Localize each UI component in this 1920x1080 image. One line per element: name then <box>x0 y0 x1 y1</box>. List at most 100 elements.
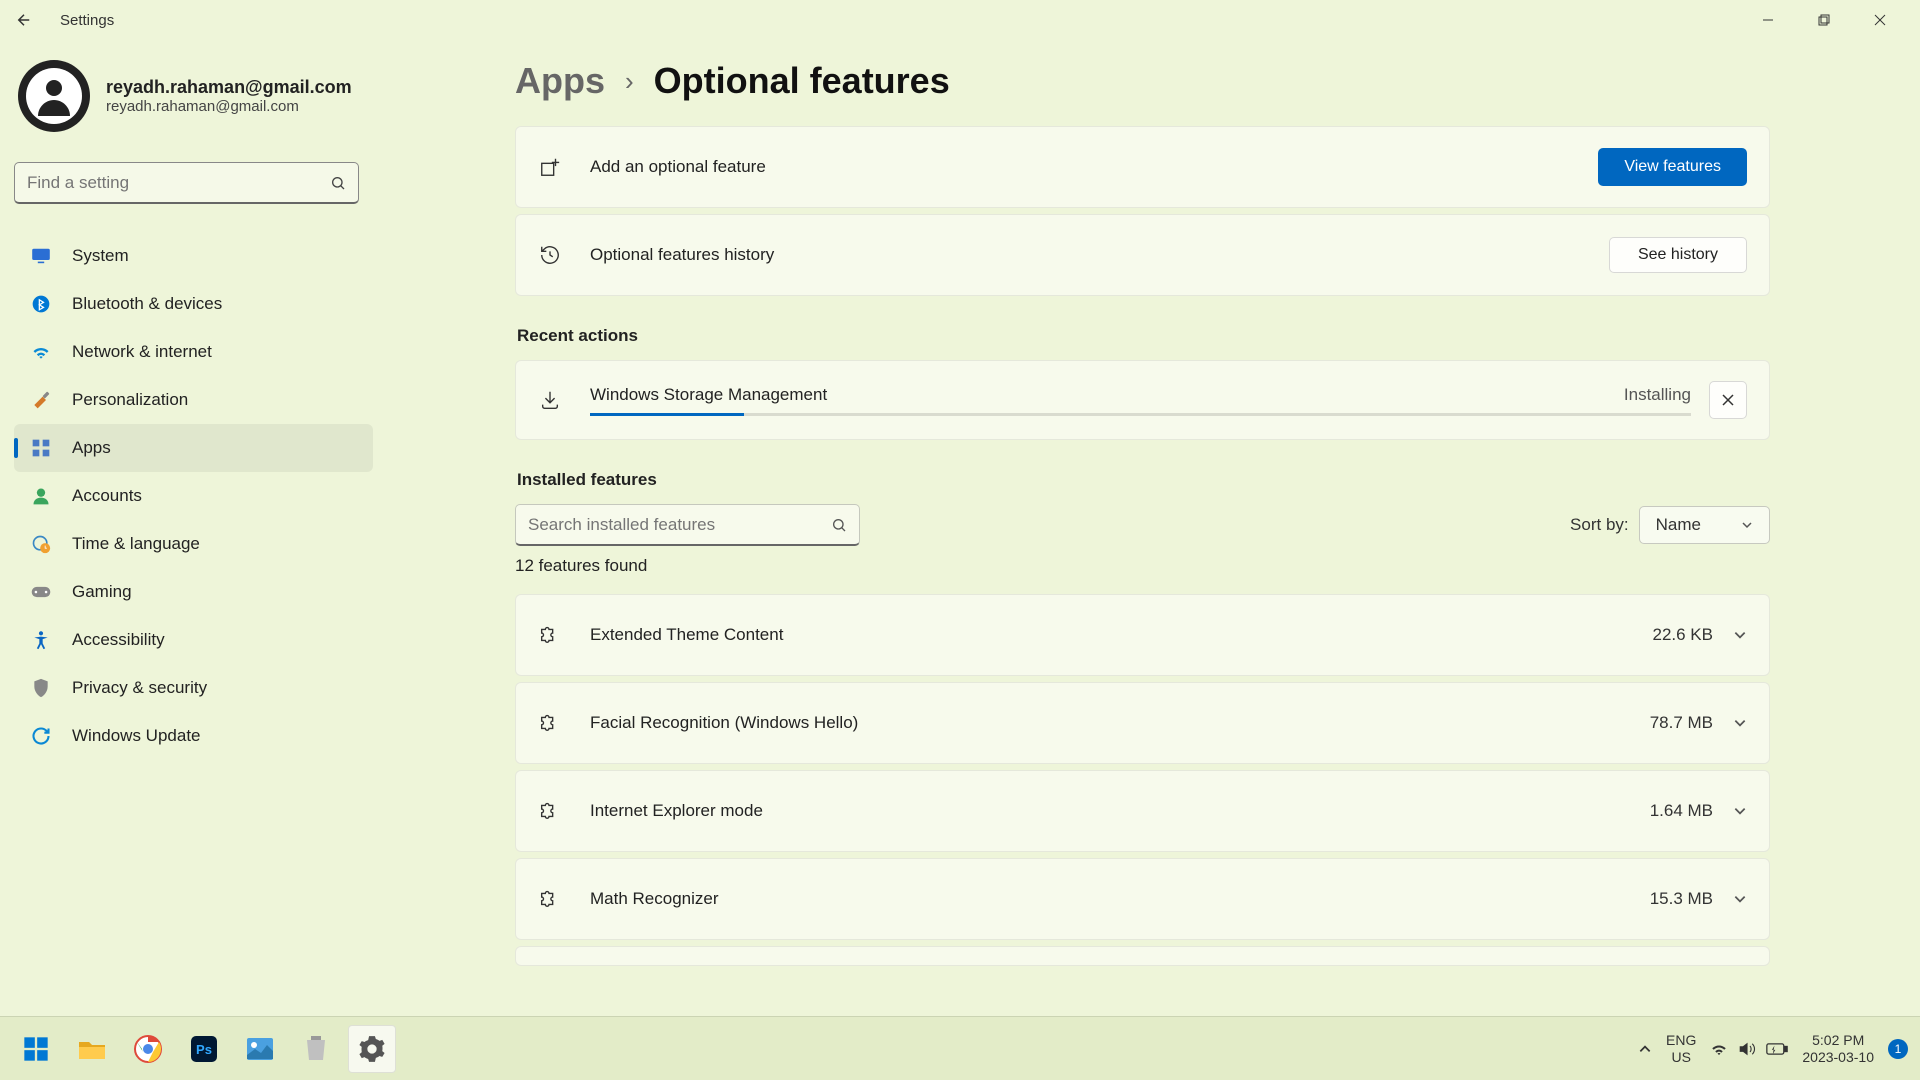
search-settings[interactable] <box>14 162 359 204</box>
close-icon <box>1874 14 1886 26</box>
wifi-icon[interactable] <box>1710 1041 1728 1057</box>
update-icon <box>30 725 52 747</box>
feature-size: 1.64 MB <box>1650 801 1713 821</box>
svg-text:Ps: Ps <box>196 1042 212 1057</box>
recent-action-row: Windows Storage Management Installing <box>515 360 1770 440</box>
add-square-icon <box>538 155 562 179</box>
sidebar: reyadh.rahaman@gmail.com reyadh.rahaman@… <box>0 40 385 1016</box>
tray-chevron-icon[interactable] <box>1638 1042 1652 1056</box>
nav-bluetooth[interactable]: Bluetooth & devices <box>14 280 373 328</box>
cancel-install-button[interactable] <box>1709 381 1747 419</box>
recent-action-name: Windows Storage Management <box>590 385 827 405</box>
page-title: Optional features <box>654 60 950 102</box>
feature-row[interactable]: Math Recognizer 15.3 MB <box>515 858 1770 940</box>
sort-dropdown[interactable]: Name <box>1639 506 1770 544</box>
search-icon <box>330 175 346 191</box>
close-button[interactable] <box>1852 0 1908 40</box>
history-label: Optional features history <box>590 245 1609 265</box>
feature-row[interactable]: Facial Recognition (Windows Hello) 78.7 … <box>515 682 1770 764</box>
recent-actions-heading: Recent actions <box>517 326 1770 346</box>
profile-name: reyadh.rahaman@gmail.com <box>106 77 352 98</box>
avatar <box>18 60 90 132</box>
feature-row[interactable]: Internet Explorer mode 1.64 MB <box>515 770 1770 852</box>
maximize-icon <box>1818 14 1830 26</box>
apps-icon <box>30 437 52 459</box>
nav-label: System <box>72 246 129 266</box>
nav-system[interactable]: System <box>14 232 373 280</box>
feature-size: 15.3 MB <box>1650 889 1713 909</box>
feature-row-partial[interactable] <box>515 946 1770 966</box>
file-explorer-button[interactable] <box>68 1025 116 1073</box>
nav-label: Gaming <box>72 582 132 602</box>
app-button-1[interactable] <box>236 1025 284 1073</box>
nav-network[interactable]: Network & internet <box>14 328 373 376</box>
profile-section[interactable]: reyadh.rahaman@gmail.com reyadh.rahaman@… <box>14 60 373 132</box>
see-history-button[interactable]: See history <box>1609 237 1747 273</box>
installed-features-heading: Installed features <box>517 470 1770 490</box>
sort-label: Sort by: <box>1570 515 1629 535</box>
search-features[interactable] <box>515 504 860 546</box>
nav-label: Apps <box>72 438 111 458</box>
search-icon <box>831 517 847 533</box>
nav-apps[interactable]: Apps <box>14 424 373 472</box>
nav-update[interactable]: Windows Update <box>14 712 373 760</box>
nav-privacy[interactable]: Privacy & security <box>14 664 373 712</box>
feature-size: 22.6 KB <box>1653 625 1714 645</box>
chrome-button[interactable] <box>124 1025 172 1073</box>
notification-badge[interactable]: 1 <box>1888 1039 1908 1059</box>
progress-bar <box>590 413 1691 416</box>
history-icon <box>538 243 562 267</box>
app-button-2[interactable] <box>292 1025 340 1073</box>
chevron-down-icon <box>1733 716 1747 730</box>
feature-row[interactable]: Extended Theme Content 22.6 KB <box>515 594 1770 676</box>
chevron-down-icon <box>1741 519 1753 531</box>
breadcrumb-parent[interactable]: Apps <box>515 60 605 102</box>
maximize-button[interactable] <box>1796 0 1852 40</box>
arrow-left-icon <box>15 11 33 29</box>
nav-accessibility[interactable]: Accessibility <box>14 616 373 664</box>
search-features-input[interactable] <box>528 515 831 535</box>
minimize-button[interactable] <box>1740 0 1796 40</box>
bluetooth-icon <box>30 293 52 315</box>
nav-label: Windows Update <box>72 726 201 746</box>
feature-name: Facial Recognition (Windows Hello) <box>590 713 1650 733</box>
nav-time[interactable]: Time & language <box>14 520 373 568</box>
chevron-right-icon: › <box>625 66 634 97</box>
brush-icon <box>30 389 52 411</box>
nav-label: Accessibility <box>72 630 165 650</box>
search-input[interactable] <box>27 173 330 193</box>
nav-personalization[interactable]: Personalization <box>14 376 373 424</box>
image-app-icon <box>246 1037 274 1061</box>
history-card: Optional features history See history <box>515 214 1770 296</box>
clock[interactable]: 5:02 PM 2023-03-10 <box>1802 1032 1874 1066</box>
photoshop-icon: Ps <box>189 1034 219 1064</box>
start-button[interactable] <box>12 1025 60 1073</box>
nav-accounts[interactable]: Accounts <box>14 472 373 520</box>
person-icon <box>30 485 52 507</box>
language-indicator[interactable]: ENG US <box>1666 1032 1696 1066</box>
person-icon <box>30 72 78 120</box>
recycle-bin-icon <box>303 1034 329 1064</box>
feature-name: Math Recognizer <box>590 889 1650 909</box>
puzzle-icon <box>538 711 562 735</box>
nav-gaming[interactable]: Gaming <box>14 568 373 616</box>
shield-icon <box>30 677 52 699</box>
globe-clock-icon <box>30 533 52 555</box>
add-feature-card: Add an optional feature View features <box>515 126 1770 208</box>
gear-icon <box>358 1035 386 1063</box>
profile-email: reyadh.rahaman@gmail.com <box>106 98 352 115</box>
settings-button[interactable] <box>348 1025 396 1073</box>
gamepad-icon <box>30 581 52 603</box>
taskbar: Ps ENG US 5:02 PM 2023-03-10 1 <box>0 1016 1920 1080</box>
battery-icon[interactable] <box>1766 1042 1788 1056</box>
view-features-button[interactable]: View features <box>1598 148 1747 186</box>
photoshop-button[interactable]: Ps <box>180 1025 228 1073</box>
nav-label: Time & language <box>72 534 200 554</box>
puzzle-icon <box>538 799 562 823</box>
volume-icon[interactable] <box>1738 1041 1756 1057</box>
back-button[interactable] <box>12 8 36 32</box>
nav-label: Network & internet <box>72 342 212 362</box>
nav-label: Bluetooth & devices <box>72 294 222 314</box>
recent-action-status: Installing <box>1624 385 1691 405</box>
chrome-icon <box>133 1034 163 1064</box>
